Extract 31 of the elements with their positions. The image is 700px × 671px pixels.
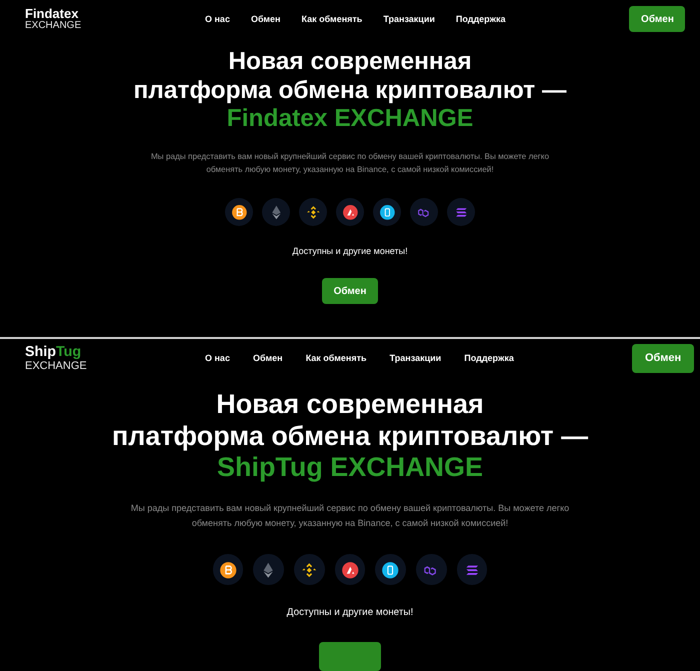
- nav-link[interactable]: Транзакции: [390, 353, 442, 364]
- nav-link[interactable]: Обмен: [250, 14, 280, 24]
- coin-icon: [304, 204, 322, 221]
- intro-text: Мы рады представить вам новый крупнейший сервис по обмену вашей криптовалюты. Вы можете легко обменять любую монету, указанную на Binance, с самой низкой комиссией!: [130, 502, 570, 530]
- nav-link[interactable]: Обмен: [253, 353, 283, 364]
- coin-icon: [342, 204, 358, 221]
- nav-link[interactable]: Как обменять: [302, 14, 362, 24]
- coin-icon: [230, 204, 248, 221]
- exchange-button[interactable]: Обмен: [322, 278, 378, 304]
- brand-name: ShipTug: [25, 345, 82, 360]
- nav-link[interactable]: О нас: [205, 353, 230, 364]
- exchange-button[interactable]: Обмен: [629, 6, 686, 32]
- more-coins-text: Доступны и другие монеты!: [292, 246, 408, 256]
- exchange-button[interactable]: [319, 642, 381, 671]
- hero-title: Новая современная платформа обмена криптовалют — ShipTug EXCHANGE: [112, 389, 588, 484]
- nav-link[interactable]: Транзакции: [383, 14, 435, 24]
- coin-icon: [378, 204, 396, 221]
- more-coins-text: Доступны и другие монеты!: [286, 607, 414, 618]
- nav-link[interactable]: Поддержка: [464, 353, 514, 364]
- hero-title: Новая современная платформа обмена криптовалют — Findatex EXCHANGE: [134, 48, 566, 134]
- nav-link[interactable]: Как обменять: [306, 353, 367, 364]
- brand-subtitle: EXCHANGE: [25, 21, 82, 31]
- nav-link[interactable]: Поддержка: [456, 14, 506, 24]
- exchange-button[interactable]: Обмен: [632, 344, 694, 373]
- intro-text: Мы рады представить вам новый крупнейший сервис по обмену вашей криптовалюты. Вы можете легко обменять любую монету, указанную на Binance, с самой низкой комиссией!: [150, 150, 550, 176]
- coin-icon: [218, 560, 238, 580]
- brand-subtitle: EXCHANGE: [25, 360, 88, 372]
- nav-link[interactable]: О нас: [205, 14, 230, 24]
- brand-name: Findatex: [25, 7, 80, 20]
- coin-icon: [340, 560, 360, 580]
- coin-icon: [381, 560, 400, 580]
